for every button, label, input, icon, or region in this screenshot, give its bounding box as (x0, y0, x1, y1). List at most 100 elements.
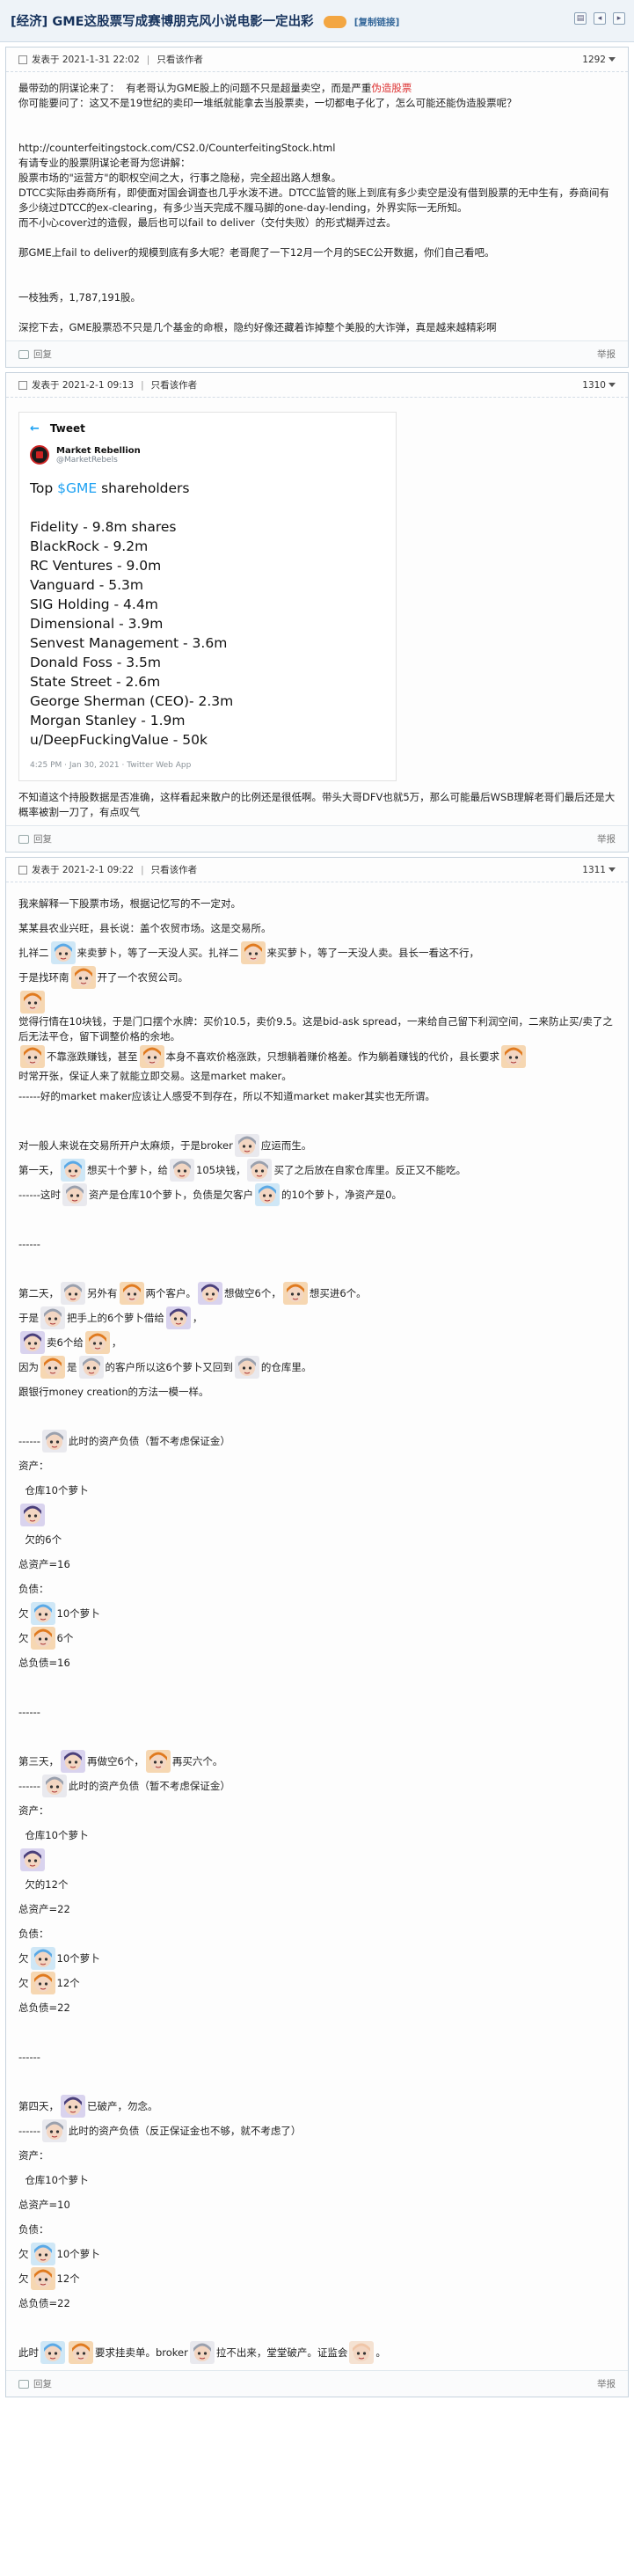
floor-number[interactable]: 1292 (582, 55, 616, 65)
external-link[interactable]: http://counterfeitingstock.com/CS2.0/Cou… (18, 142, 335, 154)
post: 发表于 2021-2-1 09:13 | 只看该作者 1310 ← Tweet Market… (5, 372, 629, 853)
text-segment: 资产： (18, 2148, 49, 2162)
gray-hair-character-icon (62, 1183, 87, 1206)
select-checkbox[interactable] (18, 865, 27, 875)
print-icon[interactable]: ▤ (574, 12, 587, 25)
text-segment: ------ (18, 1434, 40, 1447)
orange-hair-character-icon (40, 1356, 65, 1379)
gray-hair-character-icon (41, 1430, 67, 1453)
select-checkbox[interactable] (18, 380, 27, 390)
reply-label: 回复 (33, 349, 52, 360)
orange-hair-character-icon (282, 1282, 308, 1305)
only-author-link[interactable]: 只看该作者 (151, 863, 198, 876)
text-line: 第三天， 再做空6个， 再买六个。 (18, 1749, 616, 1774)
copy-link-button[interactable]: [复制链接] (354, 18, 400, 28)
thread-title: [经济] GME这股票写成赛博朋克风小说电影一定出彩 [复制链接] (11, 11, 399, 30)
gray-hair-character-icon (40, 1306, 65, 1329)
thread-title-text: GME这股票写成赛博朋克风小说电影一定出彩 (52, 15, 314, 29)
reply-button[interactable]: 回复 (18, 2377, 52, 2390)
text-line: 不靠涨跌赚钱，甚至 本身不喜欢价格涨跌，只想躺着赚价格差。作为躺着赚钱的代价，县长… (18, 1044, 616, 1084)
cashtag-link[interactable]: $GME (57, 480, 97, 496)
text-segment: 负债： (18, 1582, 49, 1595)
gray-hair-character-icon (234, 1134, 259, 1157)
text-segment: 开了一个农贸公司。 (97, 970, 189, 984)
post-header: 发表于 2021-2-1 09:22 | 只看该作者 1311 (6, 858, 628, 882)
text-segment: 12个 (56, 1976, 80, 1989)
text-segment: 总资产=10 (18, 2198, 70, 2211)
text-segment: 总负债=22 (18, 2001, 70, 2014)
text-segment: 105块钱， (196, 1163, 246, 1176)
floor-number[interactable]: 1311 (582, 865, 616, 875)
text-line: 总资产=10 (18, 2192, 616, 2217)
text-segment: 欠的12个 (18, 1877, 69, 1891)
text-segment: 卖6个给 (47, 1336, 84, 1349)
text-line: 欠的6个 (18, 1527, 616, 1552)
text-segment: 于是找环南 (18, 970, 69, 984)
separator: | (146, 54, 150, 65)
gray-hair-character-icon (234, 1356, 259, 1379)
report-link[interactable]: 举报 (597, 832, 616, 845)
next-thread-icon[interactable]: ▸ (613, 12, 625, 25)
highlight-text: 伪造股票 (371, 82, 412, 94)
post-footer: 回复 举报 (6, 825, 628, 852)
text-line: 第四天， 已破产，勿念。 (18, 2094, 616, 2119)
only-author-link[interactable]: 只看该作者 (157, 53, 203, 66)
orange-hair-character-icon (139, 1045, 164, 1068)
purple-hair-character-icon (20, 1331, 45, 1354)
text-segment: ------ (18, 2124, 40, 2137)
text-line (18, 2316, 616, 2340)
orange-hair-character-icon (501, 1045, 526, 1068)
only-author-link[interactable]: 只看该作者 (151, 378, 198, 392)
text-segment: 某某县农业兴旺，县长说：盖个农贸市场。这是交易所。 (18, 921, 272, 934)
shareholder-line: Fidelity - 9.8m shares (30, 519, 177, 535)
text-line: 卖6个给 ， (18, 1330, 616, 1355)
thread-category[interactable]: [经济] (11, 15, 47, 29)
text-line: ------ (18, 1700, 616, 1724)
text-line: 对一般人来说在交易所开户太麻烦，于是broker 应运而生。 (18, 1133, 616, 1158)
text-line: 深挖下去，GME股票恐不只是几个基金的命根，隐约好像还藏着诈掉整个美股的大诈弹，… (18, 321, 497, 333)
bald-character-icon (349, 2341, 375, 2364)
cyan-hair-character-icon (30, 1947, 55, 1970)
tweet-heading: Tweet (49, 422, 85, 435)
text-segment: 欠的6个 (18, 1533, 62, 1546)
text-segment: 来卖萝卜，等了一天没人买。扎祥二 (77, 946, 239, 959)
tweet-user-name: Market Rebellion (56, 445, 141, 456)
text-segment: ------ (18, 2050, 40, 2063)
text-segment: 想买进6个。 (309, 1286, 367, 1299)
select-checkbox[interactable] (18, 55, 27, 64)
orange-hair-character-icon (30, 1972, 55, 1994)
reply-label: 回复 (33, 834, 52, 845)
text-line (18, 1848, 616, 1872)
text-segment: 来买萝卜，等了一天没人卖。县长一看这不行， (266, 946, 480, 959)
text-segment: 是 (67, 1360, 77, 1373)
text-line: ------ (18, 1232, 616, 1256)
cyan-hair-character-icon (61, 1159, 85, 1182)
floor-number-text: 1311 (582, 864, 606, 875)
text-segment: 我来解释一下股票市场，根据记忆写的不一定对。 (18, 896, 241, 910)
text-segment: 的客户所以这6个萝卜又回到 (105, 1360, 233, 1373)
text-segment: 6个 (56, 1631, 74, 1644)
text-line (18, 1207, 616, 1232)
text-segment: 仓库10个萝卜 (18, 1828, 89, 1841)
text-line: 第二天， 另外有 两个客户。 想做空6个， 想买进6个。 (18, 1281, 616, 1306)
tweet-user-names: Market Rebellion @MarketRebels (56, 446, 141, 465)
text-segment: 对一般人来说在交易所开户太麻烦，于是broker (18, 1138, 233, 1152)
report-link[interactable]: 举报 (597, 2377, 616, 2390)
text-segment: 欠 (18, 1951, 29, 1965)
thread-page: [经济] GME这股票写成赛博朋克风小说电影一定出彩 [复制链接] ▤ ◂ ▸ … (0, 0, 634, 2397)
shareholder-line: SIG Holding - 4.4m (30, 596, 158, 612)
reply-button[interactable]: 回复 (18, 348, 52, 361)
text-line (18, 1724, 616, 1749)
shareholder-line: Vanguard - 5.3m (30, 577, 144, 593)
reply-button[interactable]: 回复 (18, 832, 52, 845)
text-line: 欠 12个 (18, 2266, 616, 2291)
floor-number[interactable]: 1310 (582, 380, 616, 391)
text-line: 负债： (18, 1577, 616, 1601)
prev-thread-icon[interactable]: ◂ (594, 12, 606, 25)
post: 发表于 2021-2-1 09:22 | 只看该作者 1311 我来解释一下股票市场，根… (5, 857, 629, 2397)
text-line: 我来解释一下股票市场，根据记忆写的不一定对。 (18, 891, 616, 916)
text-segment: 想做空6个， (224, 1286, 281, 1299)
text-line: 总负债=22 (18, 1995, 616, 2020)
text-line: 欠 10个萝卜 (18, 1601, 616, 1626)
report-link[interactable]: 举报 (597, 348, 616, 361)
